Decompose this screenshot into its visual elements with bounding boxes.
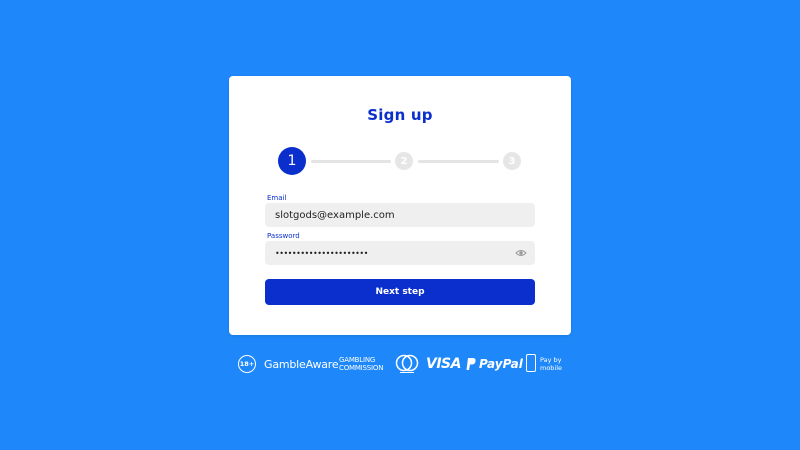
password-field[interactable]: •••••••••••••••••••••• xyxy=(265,241,535,265)
commission-line-2: COMMISSION xyxy=(339,364,384,372)
email-value: slotgods@example.com xyxy=(275,209,395,221)
pay-by-line-2: mobile xyxy=(540,364,563,372)
signup-card: Sign up 1 2 3 Email slotgods@example.com… xyxy=(229,76,571,335)
email-field[interactable]: slotgods@example.com xyxy=(265,203,535,227)
step-2: 2 xyxy=(395,152,413,170)
gambling-commission-logo: GAMBLING COMMISSION xyxy=(339,352,383,376)
stepper-line-2 xyxy=(418,160,499,163)
password-label: Password xyxy=(267,232,300,240)
email-label: Email xyxy=(267,194,287,202)
age-badge: 18+ xyxy=(238,355,256,373)
pay-by-line-1: Pay by xyxy=(540,356,562,364)
stepper-line-1 xyxy=(311,160,391,163)
commission-line-1: GAMBLING xyxy=(339,356,376,364)
gambleaware-logo: GambleAware xyxy=(264,357,339,371)
paypal-logo: PayPal xyxy=(466,352,523,376)
eye-icon[interactable] xyxy=(515,248,527,258)
mobile-icon xyxy=(526,354,536,372)
stepper: 1 2 3 xyxy=(278,147,522,175)
paypal-icon xyxy=(466,358,476,370)
paypal-label: PayPal xyxy=(479,357,523,371)
next-step-button[interactable]: Next step xyxy=(265,279,535,305)
visa-logo: VISA xyxy=(426,356,461,372)
password-value: •••••••••••••••••••••• xyxy=(275,248,368,258)
step-3: 3 xyxy=(503,152,521,170)
footer-logos: 18+ GambleAware GAMBLING COMMISSION VISA… xyxy=(238,352,568,376)
step-1: 1 xyxy=(278,147,306,175)
page-title: Sign up xyxy=(367,106,433,124)
mastercard-icon xyxy=(395,354,419,373)
pay-by-mobile-logo: Pay by mobile xyxy=(540,352,562,376)
